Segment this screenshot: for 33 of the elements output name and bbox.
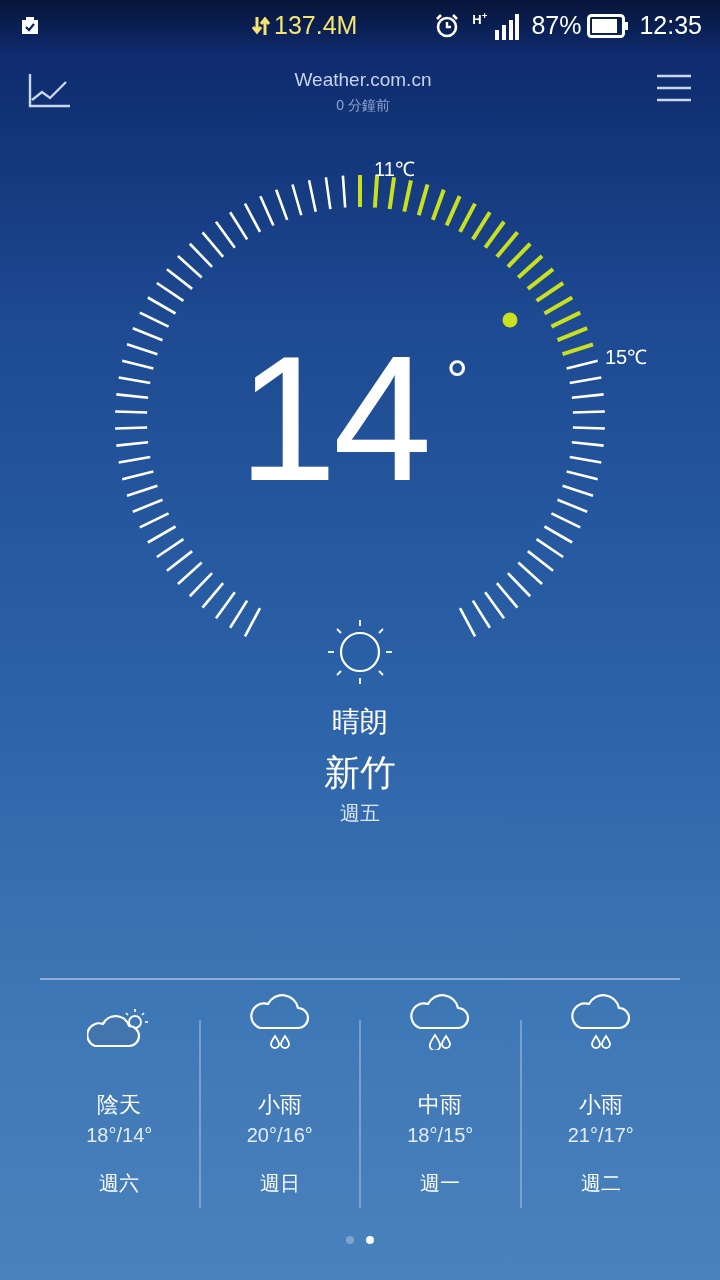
forecast-temperatures: 18°/15° <box>407 1123 474 1148</box>
sun-icon <box>326 618 394 686</box>
forecast-temperatures: 18°/14° <box>86 1123 153 1148</box>
forecast-temperatures: 20°/16° <box>246 1123 313 1148</box>
high-temperature-label: 15℃ <box>605 345 648 370</box>
current-temperature: 14 <box>238 330 428 508</box>
forecast-condition: 中雨 <box>418 1091 463 1119</box>
update-time: 0 分鐘前 <box>336 95 390 115</box>
data-arrows-icon <box>252 15 270 37</box>
weather-condition: 晴朗 <box>332 705 388 739</box>
weather-source: Weather.com.cn <box>294 68 432 92</box>
city-name: 新竹 <box>324 751 396 795</box>
forecast-day: 週一 <box>420 1168 461 1198</box>
weekday: 週五 <box>340 801 380 826</box>
forecast-condition: 陰天 <box>97 1091 142 1119</box>
data-usage: 137.4M <box>274 10 358 42</box>
trend-chart-icon[interactable] <box>28 74 70 108</box>
forecast-condition: 小雨 <box>578 1091 623 1119</box>
forecast-temperatures: 21°/17° <box>567 1123 634 1148</box>
degree-symbol: ° <box>446 352 469 408</box>
forecast-day: 週日 <box>259 1168 300 1198</box>
menu-icon[interactable] <box>656 74 692 102</box>
rain-cloud-icon <box>568 994 633 1050</box>
signal-icon <box>493 12 520 40</box>
network-type: H$^{+}$ <box>472 13 488 27</box>
battery-percentage: 87% <box>531 10 582 42</box>
low-temperature-label: 11℃ <box>374 157 415 182</box>
rain-cloud-icon <box>247 994 312 1050</box>
forecast-condition: 小雨 <box>257 1091 302 1119</box>
forecast-day: 週六 <box>99 1168 140 1198</box>
battery-icon <box>587 14 630 38</box>
clock: 12:35 <box>639 10 702 42</box>
forecast-day: 週二 <box>580 1168 621 1198</box>
